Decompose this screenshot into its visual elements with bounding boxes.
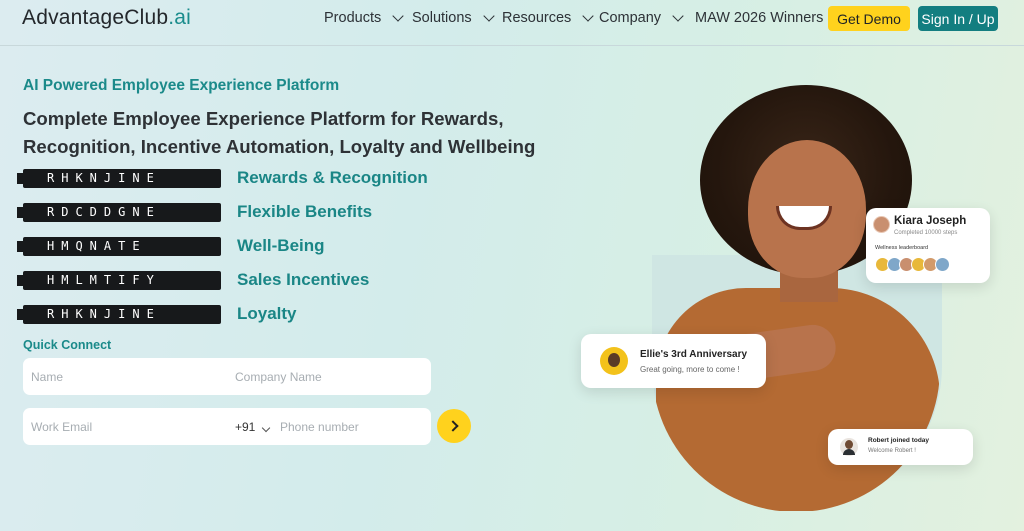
hero-headline: Complete Employee Experience Platform fo… [23, 108, 536, 157]
email-input[interactable]: Work Email [31, 420, 221, 434]
nav-maw-winners[interactable]: MAW 2026 Winners [695, 10, 823, 26]
nav-resources-label: Resources [502, 10, 572, 26]
feature-row-benefits: RDCDDGNE Flexible Benefits [23, 201, 372, 223]
avatar [840, 438, 858, 456]
country-code-value: +91 [235, 420, 256, 434]
feature-row-loyalty: RHKNJINE Loyalty [23, 303, 297, 325]
hero-photo-shirt [656, 288, 940, 511]
submit-arrow-button[interactable] [437, 409, 471, 443]
chevron-down-icon [392, 10, 404, 22]
chevron-right-icon [446, 420, 459, 432]
chevron-down-icon [482, 10, 495, 22]
logo-suffix: .ai [168, 6, 191, 29]
nav-resources[interactable]: Resources [502, 10, 594, 26]
get-demo-button[interactable]: Get Demo [828, 6, 910, 31]
feature-label[interactable]: Sales Incentives [237, 270, 369, 290]
feature-label[interactable]: Loyalty [237, 304, 297, 324]
nav-company-label: Company [599, 10, 662, 26]
feature-label[interactable]: Rewards & Recognition [237, 168, 428, 188]
leaderboard-avatars [875, 257, 950, 272]
avatar [935, 257, 950, 272]
scramble-text: RHKNJINE [23, 304, 221, 324]
robert-title: Robert joined today [868, 437, 930, 444]
leaderboard-label: Wellness leaderboard [875, 245, 929, 251]
scramble-text: HMLMTIFY [23, 270, 221, 290]
chevron-down-icon [672, 10, 684, 22]
robert-sub: Welcome Robert ! [868, 448, 916, 454]
nav-solutions-label: Solutions [412, 10, 472, 26]
name-company-row: Name Company Name [23, 358, 431, 395]
nav-company[interactable]: Company [599, 10, 684, 26]
scramble-text: RDCDDGNE [23, 202, 221, 222]
robert-card: Robert joined today Welcome Robert ! [828, 429, 973, 465]
company-input[interactable]: Company Name [235, 370, 425, 384]
quick-connect-label: Quick Connect [23, 338, 112, 352]
top-navbar: AdvantageClub.ai Products Solutions Reso… [0, 0, 1024, 46]
ellie-sub: Great going, more to come ! [640, 365, 740, 374]
chevron-down-icon [582, 10, 594, 22]
logo-text: AdvantageClub [22, 6, 169, 29]
hero-eyebrow: AI Powered Employee Experience Platform [23, 77, 340, 94]
feature-label[interactable]: Flexible Benefits [237, 202, 372, 222]
kiara-card: Kiara Joseph Completed 10000 steps Welln… [866, 208, 990, 283]
kiara-sub: Completed 10000 steps [894, 230, 958, 236]
email-phone-row: Work Email +91 Phone number [23, 408, 431, 445]
avatar [600, 347, 628, 375]
feature-row-rewards: RHKNJINE Rewards & Recognition [23, 167, 428, 189]
feature-row-sales: HMLMTIFY Sales Incentives [23, 269, 369, 291]
chevron-down-icon [262, 423, 271, 433]
nav-solutions[interactable]: Solutions [412, 10, 495, 26]
phone-input[interactable]: Phone number [280, 420, 425, 434]
ellie-card: Ellie's 3rd Anniversary Great going, mor… [581, 334, 766, 388]
name-input[interactable]: Name [31, 370, 221, 384]
nav-products[interactable]: Products [324, 10, 404, 26]
nav-products-label: Products [324, 10, 382, 26]
kiara-name: Kiara Joseph [894, 215, 967, 227]
logo[interactable]: AdvantageClub.ai [22, 6, 191, 30]
scramble-text: RHKNJINE [23, 168, 221, 188]
feature-row-wellbeing: HMQNATE Well-Being [23, 235, 325, 257]
ellie-title: Ellie's 3rd Anniversary [640, 349, 748, 360]
feature-label[interactable]: Well-Being [237, 236, 325, 256]
sign-in-button[interactable]: Sign In / Up [918, 6, 998, 31]
scramble-text: HMQNATE [23, 236, 221, 256]
nav-maw-label: MAW 2026 Winners [695, 10, 824, 26]
avatar [873, 216, 890, 233]
country-code-select[interactable]: +91 [235, 420, 271, 434]
